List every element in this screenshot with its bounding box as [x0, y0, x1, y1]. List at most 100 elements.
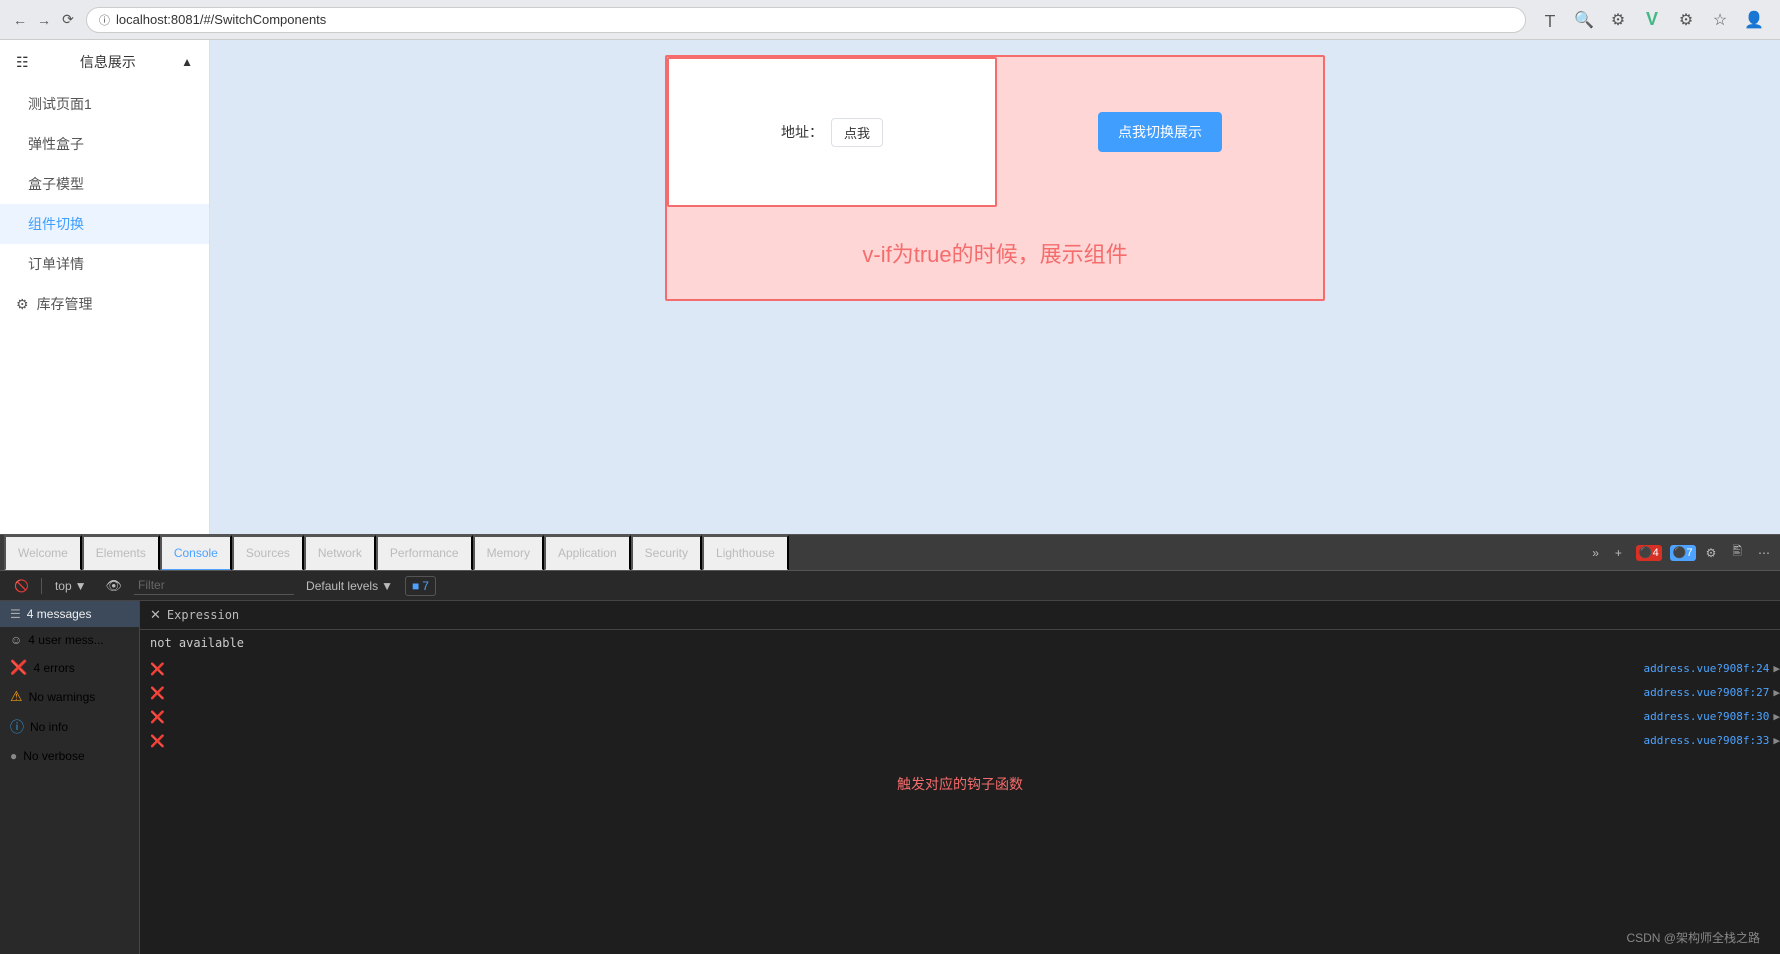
- extensions-button[interactable]: ⚙: [1604, 6, 1632, 34]
- error-badge: ⚫ 4: [1636, 545, 1662, 561]
- filter-verbose[interactable]: ● No verbose: [0, 743, 139, 769]
- browser-controls: ← → ⟳: [12, 12, 76, 28]
- info-filter-icon: ⓘ: [10, 717, 24, 737]
- tab-performance[interactable]: Performance: [376, 535, 473, 571]
- log-entries: ❌ address.vue?908f:24 ▶ ❌ address.vue?90…: [140, 656, 1780, 754]
- sidebar-item-order-detail[interactable]: 订单详情: [0, 244, 209, 284]
- messages-icon-left: ☰: [10, 607, 21, 621]
- sidebar-group-header[interactable]: ☷ 信息展示 ▲: [0, 40, 209, 84]
- error-entry-icon-2: ❌: [150, 686, 165, 700]
- console-entries-wrapper: ● ▶ v-if触发beforeCreate...... ● ▶ v-if触发c…: [140, 656, 1780, 754]
- switch-button[interactable]: 点我切换展示: [1098, 112, 1222, 152]
- dots-menu-button[interactable]: ⋯: [1752, 543, 1776, 563]
- sidebar-item-flex-box[interactable]: 弹性盒子: [0, 124, 209, 164]
- remote-devices-button[interactable]: 🖺: [1726, 539, 1748, 566]
- console-sidebar: ☰ 4 messages ☺ 4 user mess... ❌ 4 errors…: [0, 601, 140, 954]
- filter-info-label: No info: [30, 720, 68, 734]
- entry-link-4[interactable]: address.vue?908f:33: [1644, 734, 1770, 747]
- vue-devtools-button[interactable]: V: [1638, 6, 1666, 34]
- filter-all-label: 4 messages: [27, 607, 92, 621]
- sidebar-item-storage[interactable]: ⚙ 库存管理: [0, 284, 209, 324]
- add-tab-button[interactable]: +: [1609, 543, 1628, 563]
- filter-user-messages[interactable]: ☺ 4 user mess...: [0, 627, 139, 653]
- refresh-button[interactable]: ⟳: [60, 12, 76, 28]
- tab-sources-label: Sources: [246, 546, 290, 560]
- error-entry-icon-3: ❌: [150, 710, 165, 724]
- click-me-button[interactable]: 点我: [831, 118, 883, 147]
- translate-button[interactable]: Ｔ: [1536, 6, 1564, 34]
- settings-button[interactable]: ⚙: [1672, 6, 1700, 34]
- entry-link-3[interactable]: address.vue?908f:30: [1644, 710, 1770, 723]
- sidebar-item-label: 测试页面1: [28, 96, 92, 112]
- address-form: 地址： 点我: [781, 118, 883, 147]
- search-button[interactable]: 🔍: [1570, 6, 1598, 34]
- filter-all-messages[interactable]: ☰ 4 messages: [0, 601, 139, 627]
- inspect-icon-4[interactable]: ▶: [1773, 734, 1780, 747]
- sidebar-item-test-page[interactable]: 测试页面1: [0, 84, 209, 124]
- messages-filter-button[interactable]: ■ 7: [405, 576, 436, 596]
- footer-watermark: CSDN @架构师全栈之路: [1626, 929, 1760, 946]
- error-entry-icon-1: ❌: [150, 662, 165, 676]
- expression-close-button[interactable]: ✕: [150, 607, 161, 623]
- preview-area: 地址： 点我 点我切换展示 v-if为true的时候，展示组件: [210, 40, 1780, 534]
- vue-icon: V: [1646, 9, 1658, 30]
- footer-text: CSDN @架构师全栈之路: [1626, 931, 1760, 945]
- entry-link-1[interactable]: address.vue?908f:24: [1644, 662, 1770, 675]
- tab-lighthouse[interactable]: Lighthouse: [702, 535, 789, 571]
- tab-network-label: Network: [318, 546, 362, 560]
- sidebar-item-label: 弹性盒子: [28, 136, 84, 152]
- sidebar: ☷ 信息展示 ▲ 测试页面1 弹性盒子 盒子模型 组件切换 订单详情 ⚙ 库存管…: [0, 40, 210, 534]
- warning-dot: ⚫: [1673, 546, 1687, 559]
- bookmarks-button[interactable]: ☆: [1706, 6, 1734, 34]
- sidebar-chevron-icon: ▲: [181, 55, 193, 69]
- verbose-filter-icon: ●: [10, 749, 17, 763]
- back-button[interactable]: ←: [12, 12, 28, 28]
- full-layout: ☷ 信息展示 ▲ 测试页面1 弹性盒子 盒子模型 组件切换 订单详情 ⚙ 库存管…: [0, 40, 1780, 954]
- inspect-icon-3[interactable]: ▶: [1773, 710, 1780, 723]
- log-entry-3: ❌ address.vue?908f:30 ▶: [150, 710, 1780, 730]
- filter-warnings[interactable]: ⚠ No warnings: [0, 682, 139, 711]
- browser-actions: Ｔ 🔍 ⚙ V ⚙ ☆ 👤: [1536, 6, 1768, 34]
- filter-errors-label: 4 errors: [33, 661, 74, 675]
- settings-devtools-button[interactable]: ⚙: [1700, 543, 1723, 563]
- forward-button[interactable]: →: [36, 12, 52, 28]
- devtools-tab-actions: » + ⚫ 4 ⚫ 7 ⚙ 🖺 ⋯: [1586, 539, 1776, 566]
- entry-link-2[interactable]: address.vue?908f:27: [1644, 686, 1770, 699]
- tab-console[interactable]: Console: [160, 535, 232, 571]
- console-main: ✕ Expression not available ● ▶ v-if触发bef…: [140, 601, 1780, 954]
- profile-button[interactable]: 👤: [1740, 6, 1768, 34]
- sidebar-item-box-model[interactable]: 盒子模型: [0, 164, 209, 204]
- filter-errors[interactable]: ❌ 4 errors: [0, 653, 139, 682]
- context-selector[interactable]: top ▼: [48, 576, 94, 596]
- eye-button[interactable]: 👁: [100, 576, 129, 596]
- tab-elements[interactable]: Elements: [82, 535, 160, 571]
- inspect-icon-1[interactable]: ▶: [1773, 662, 1780, 675]
- expression-header: ✕ Expression: [140, 601, 1780, 630]
- inspect-icon-2[interactable]: ▶: [1773, 686, 1780, 699]
- clear-console-button[interactable]: 🚫: [8, 577, 35, 595]
- default-levels-label: Default levels: [306, 579, 378, 593]
- tab-performance-label: Performance: [390, 546, 459, 560]
- sidebar-item-label: 组件切换: [28, 216, 84, 232]
- tab-sources[interactable]: Sources: [232, 535, 304, 571]
- warning-badge: ⚫ 7: [1670, 545, 1696, 561]
- console-content: ☰ 4 messages ☺ 4 user mess... ❌ 4 errors…: [0, 601, 1780, 954]
- hook-text-area: 触发对应的钩子函数: [140, 764, 1780, 804]
- sidebar-item-component-switch[interactable]: 组件切换: [0, 204, 209, 244]
- address-bar[interactable]: ⓘ localhost:8081/#/SwitchComponents: [86, 7, 1526, 33]
- more-tabs-button[interactable]: »: [1586, 543, 1605, 563]
- sidebar-item-label: 订单详情: [28, 256, 84, 272]
- tab-memory[interactable]: Memory: [473, 535, 544, 571]
- default-levels-button[interactable]: Default levels ▼: [300, 577, 399, 595]
- tab-welcome[interactable]: Welcome: [4, 535, 82, 571]
- filter-input[interactable]: [134, 576, 294, 595]
- filter-info[interactable]: ⓘ No info: [0, 711, 139, 743]
- hook-functions-text: 触发对应的钩子函数: [897, 774, 1023, 794]
- log-entry-4: ❌ address.vue?908f:33 ▶: [150, 734, 1780, 754]
- tab-application[interactable]: Application: [544, 535, 631, 571]
- context-label: top: [55, 579, 72, 593]
- preview-top: 地址： 点我 点我切换展示: [667, 57, 1323, 207]
- tab-security[interactable]: Security: [631, 535, 702, 571]
- preview-top-right: 点我切换展示: [997, 57, 1323, 207]
- tab-network[interactable]: Network: [304, 535, 376, 571]
